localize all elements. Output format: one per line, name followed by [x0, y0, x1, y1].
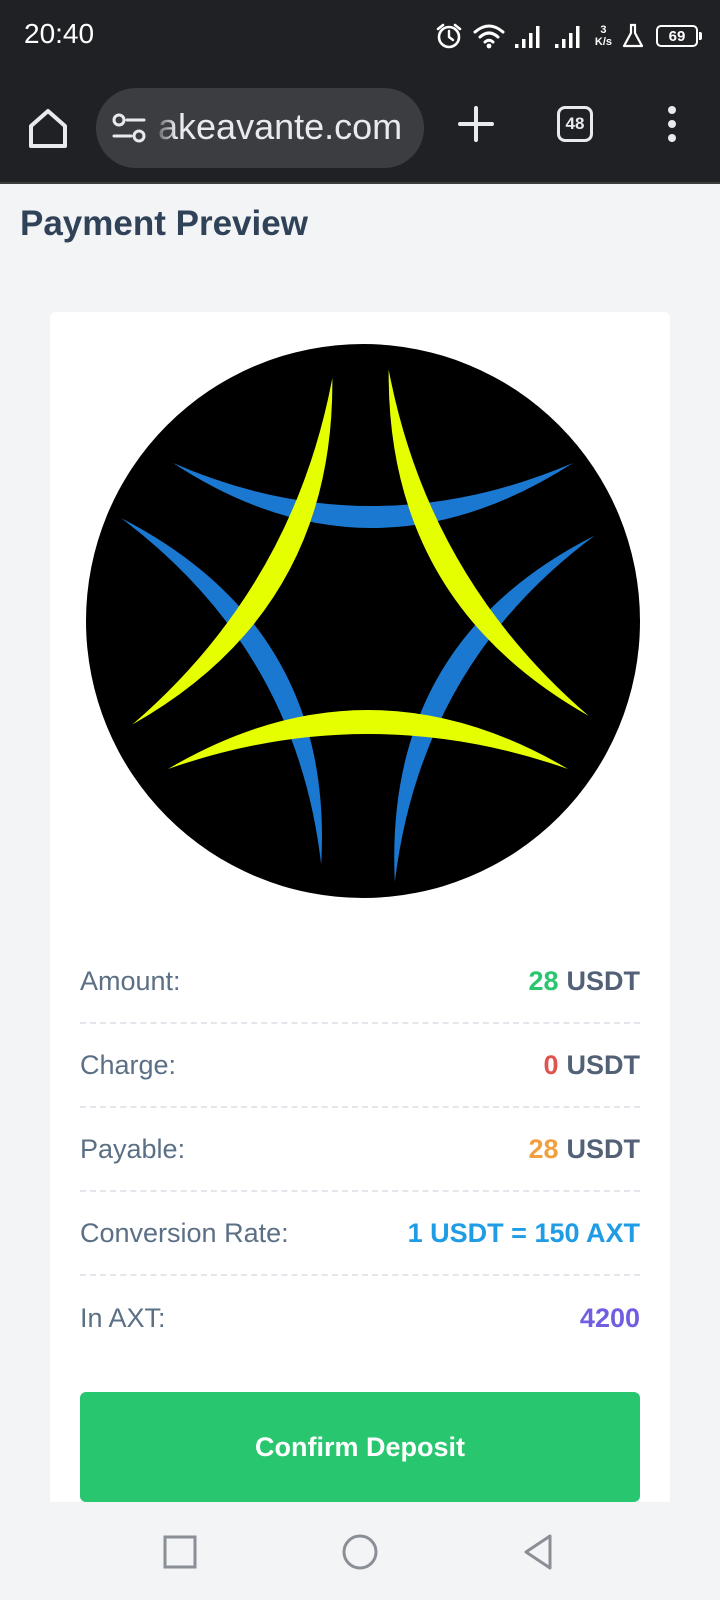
status-bar: 20:40 3 K/s 69: [0, 0, 720, 72]
payment-row-label: Amount:: [80, 965, 181, 996]
network-speed-unit: K/s: [594, 36, 612, 48]
payment-row-value: 0 USDT: [543, 1050, 640, 1081]
payment-row: In AXT: 4200: [80, 1276, 640, 1360]
payment-row: Payable: 28 USDT: [80, 1108, 640, 1192]
network-speed-value: 3: [600, 24, 607, 36]
system-navigation-bar: [0, 1502, 720, 1600]
status-icons: 3 K/s 69: [435, 20, 702, 52]
address-bar[interactable]: akeavante.com: [96, 88, 424, 168]
alarm-icon: [436, 23, 462, 49]
status-time: 20:40: [24, 18, 95, 49]
more-options-icon[interactable]: [660, 104, 684, 144]
payment-row-unit: USDT: [566, 965, 641, 996]
new-tab-icon[interactable]: [456, 104, 496, 144]
payment-row-value: 1 USDT = 150 AXT: [407, 1217, 640, 1248]
page-title: Payment Preview: [20, 204, 308, 243]
payment-row-label: Conversion Rate:: [80, 1217, 289, 1248]
payment-row-label: In AXT:: [80, 1302, 166, 1333]
recents-icon[interactable]: [158, 1530, 202, 1574]
payment-row-label: Payable:: [80, 1133, 186, 1164]
url-text: akeavante.com: [158, 106, 403, 147]
axt-logo: [86, 344, 640, 898]
payment-row: Amount: 28 USDT: [80, 940, 640, 1024]
confirm-deposit-button[interactable]: Confirm Deposit: [80, 1392, 640, 1502]
tab-switcher-button[interactable]: 48: [557, 106, 593, 142]
payment-row-number: 0: [543, 1049, 559, 1080]
wifi-icon: [473, 24, 505, 49]
home-nav-icon[interactable]: [338, 1530, 382, 1574]
payment-row: Charge: 0 USDT: [80, 1024, 640, 1108]
payment-row-value: 4200: [579, 1302, 640, 1333]
battery-indicator: 69: [656, 25, 702, 47]
signal-icon-2: [554, 26, 580, 48]
network-speed: 3 K/s: [595, 24, 612, 48]
payment-row-value: 28 USDT: [528, 966, 640, 997]
payment-row-number: 28: [528, 965, 559, 996]
payment-row-unit: USDT: [566, 1133, 641, 1164]
site-settings-icon[interactable]: [112, 112, 146, 144]
signal-icon: [514, 26, 540, 48]
payment-row-unit: USDT: [566, 1049, 641, 1080]
url-fade: [152, 88, 176, 168]
payment-row-number: 28: [528, 1133, 559, 1164]
flask-icon: [622, 23, 644, 48]
payment-row-value: 28 USDT: [528, 1134, 640, 1165]
home-icon[interactable]: [26, 106, 70, 150]
browser-toolbar: akeavante.com 48: [0, 72, 720, 184]
payment-row-label: Charge:: [80, 1049, 177, 1080]
payment-row: Conversion Rate: 1 USDT = 150 AXT: [80, 1192, 640, 1276]
back-icon[interactable]: [518, 1530, 562, 1574]
